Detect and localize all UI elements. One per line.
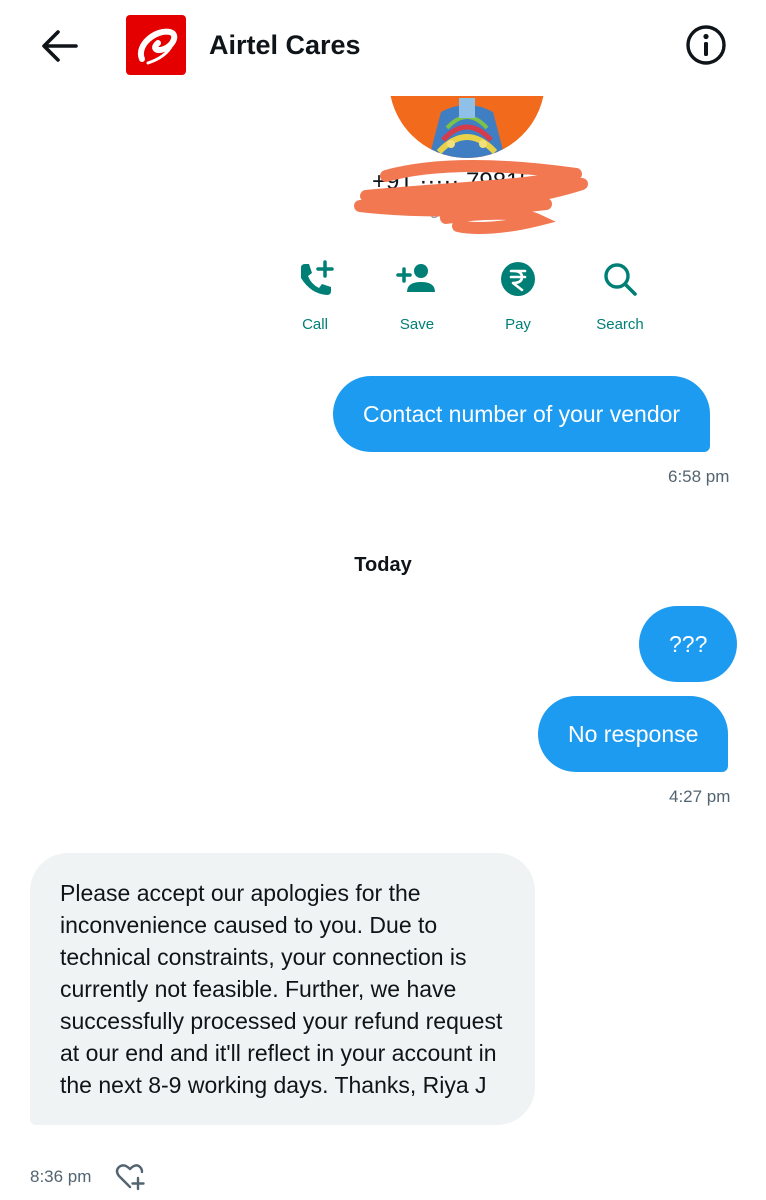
pay-label: Pay	[505, 316, 531, 333]
save-label: Save	[399, 316, 435, 333]
airtel-logo[interactable]	[126, 15, 186, 75]
chat-header: Airtel Cares	[0, 0, 766, 92]
day-separator: Today	[354, 554, 412, 576]
save-action[interactable]: Save	[372, 258, 462, 333]
message-timestamp: 8:36 pm	[30, 1167, 92, 1186]
redaction-scribble	[354, 160, 588, 234]
pay-action[interactable]: Pay	[473, 258, 563, 333]
message-timestamp: 4:27 pm	[669, 787, 731, 806]
back-button[interactable]	[38, 26, 82, 66]
chat-title[interactable]: Airtel Cares	[209, 30, 361, 61]
message-timestamp: 6:58 pm	[668, 467, 730, 486]
incoming-message[interactable]: Please accept our apologies for the inco…	[30, 853, 535, 1125]
outgoing-message[interactable]: ???	[639, 606, 738, 682]
avatar-image	[389, 96, 545, 158]
info-icon	[686, 25, 726, 65]
call-label: Call	[302, 316, 328, 333]
call-add-icon	[301, 260, 334, 295]
search-action[interactable]: Search	[575, 258, 665, 333]
add-person-icon	[396, 264, 435, 292]
info-button[interactable]	[684, 23, 728, 67]
react-button[interactable]	[114, 1160, 146, 1192]
deity-image-icon	[389, 96, 545, 158]
rupee-icon	[501, 262, 535, 296]
search-icon	[604, 263, 637, 296]
arrow-left-icon	[42, 30, 78, 62]
outgoing-message[interactable]: No response	[538, 696, 729, 772]
outgoing-message[interactable]: Contact number of your vendor	[333, 376, 711, 452]
search-label: Search	[596, 316, 644, 333]
airtel-logo-icon	[137, 28, 178, 65]
call-action[interactable]: Call	[270, 258, 360, 333]
heart-plus-icon	[115, 1164, 145, 1191]
profile-avatar[interactable]	[389, 96, 545, 158]
